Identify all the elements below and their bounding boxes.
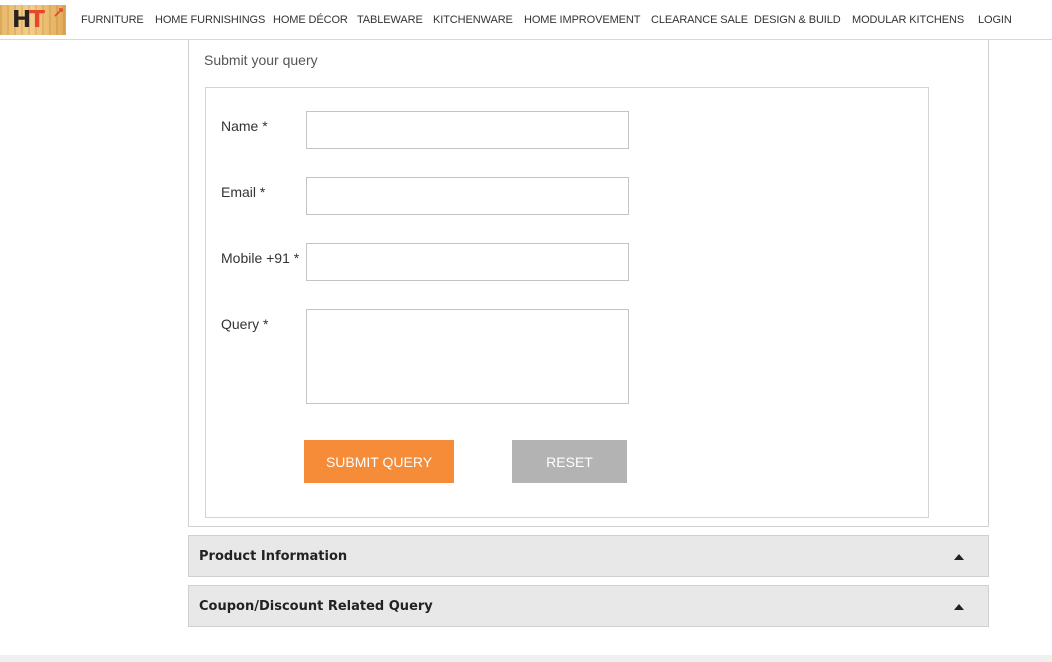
email-label: Email * [221,184,266,200]
nav-item-furniture[interactable]: FURNITURE [81,14,144,26]
caret-up-icon [954,554,964,560]
submit-query-button[interactable]: SUBMIT QUERY [304,440,454,483]
nav-item-home-furnishings[interactable]: HOME FURNISHINGS [155,14,265,26]
panel-title: Submit your query [204,52,318,68]
email-field[interactable] [306,177,629,215]
nav-item-modular-kitchens[interactable]: MODULAR KITCHENS [852,14,964,26]
brand-logo[interactable]: HT [0,5,66,35]
top-navigation: HT FURNITURE HOME FURNISHINGS HOME DÉCOR… [0,0,1052,40]
nav-item-login[interactable]: LOGIN [978,14,1012,26]
accordion-coupon-discount-query[interactable]: Coupon/Discount Related Query [188,585,989,627]
query-textarea[interactable] [306,309,629,404]
mobile-field[interactable] [306,243,629,281]
nav-item-home-decor[interactable]: HOME DÉCOR [273,14,348,26]
name-label: Name * [221,118,268,134]
nav-item-clearance-sale[interactable]: CLEARANCE SALE [651,14,748,26]
logo-letter-h: H [12,7,31,33]
submit-query-panel: Submit your query Name * Email * Mobile … [188,40,989,527]
query-form: Name * Email * Mobile +91 * Query * SUBM… [205,87,929,518]
logo-dart-icon [54,8,63,17]
accordion-label: Product Information [199,549,348,564]
query-label: Query * [221,316,269,332]
caret-up-icon [954,604,964,610]
nav-item-kitchenware[interactable]: KITCHENWARE [433,14,513,26]
nav-item-tableware[interactable]: TABLEWARE [357,14,423,26]
accordion-label: Coupon/Discount Related Query [199,599,433,614]
reset-button[interactable]: RESET [512,440,627,483]
logo-letter-t: T [29,7,45,33]
name-field[interactable] [306,111,629,149]
footer-strip [0,655,1052,662]
accordion-product-information[interactable]: Product Information [188,535,989,577]
nav-item-home-improvement[interactable]: HOME IMPROVEMENT [524,14,640,26]
nav-item-design-build[interactable]: DESIGN & BUILD [754,14,841,26]
logo-mark: HT [12,6,45,34]
mobile-label: Mobile +91 * [221,250,300,266]
